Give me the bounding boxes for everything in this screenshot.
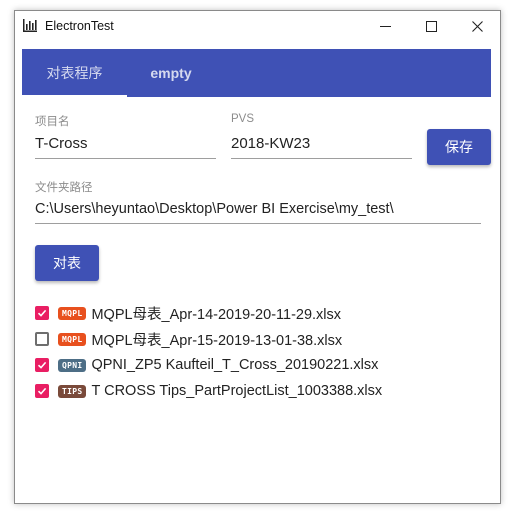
file-type-badge: MQPL (58, 306, 87, 320)
bar-chart-icon (23, 19, 37, 32)
compare-button[interactable]: 对表 (35, 245, 99, 281)
file-list-item[interactable]: TIPS T CROSS Tips_PartProjectList_1003388… (35, 380, 382, 402)
file-type-badge: QPNI (58, 358, 87, 372)
tab-indicator (22, 95, 127, 97)
check-icon (37, 361, 47, 369)
file-name: MQPL母表_Apr-15-2019-13-01-38.xlsx (91, 332, 343, 349)
file-list-item[interactable]: MQPL MQPL母表_Apr-14-2019-20-11-29.xlsx (35, 302, 341, 324)
close-icon (471, 20, 483, 32)
file-checkbox[interactable] (35, 332, 49, 346)
project-name-label: 项目名 (35, 116, 70, 128)
save-button-label: 保存 (445, 139, 473, 155)
folder-path-underline (35, 223, 481, 224)
file-name: T CROSS Tips_PartProjectList_1003388.xls… (91, 383, 383, 399)
minimize-button[interactable] (362, 11, 408, 41)
tab-bar: 对表程序 empty (22, 49, 491, 97)
check-icon (37, 387, 47, 395)
title-bar: ElectronTest (15, 11, 500, 41)
tab-compare-label: 对表程序 (46, 65, 103, 81)
file-type-badge: MQPL (58, 332, 87, 346)
save-button[interactable]: 保存 (427, 129, 491, 165)
folder-path-label: 文件夹路径 (35, 182, 93, 194)
maximize-icon (425, 20, 437, 32)
tab-empty[interactable]: empty (127, 49, 215, 97)
check-icon (37, 309, 47, 317)
close-button[interactable] (454, 11, 500, 41)
file-type-badge: TIPS (58, 384, 87, 398)
tab-compare[interactable]: 对表程序 (22, 49, 127, 97)
pvs-label: PVS (231, 113, 255, 125)
file-checkbox[interactable] (35, 306, 49, 320)
file-list-item[interactable]: QPNI QPNI_ZP5 Kaufteil_T_Cross_20190221.x… (35, 354, 378, 376)
file-list-item[interactable]: MQPL MQPL母表_Apr-15-2019-13-01-38.xlsx (35, 328, 342, 350)
pvs-underline (231, 158, 412, 159)
compare-button-label: 对表 (53, 255, 81, 271)
window-title: ElectronTest (45, 19, 114, 33)
file-name: QPNI_ZP5 Kaufteil_T_Cross_20190221.xlsx (91, 357, 379, 373)
file-name: MQPL母表_Apr-14-2019-20-11-29.xlsx (91, 306, 342, 323)
file-checkbox[interactable] (35, 358, 49, 372)
tab-empty-label: empty (150, 65, 192, 81)
pvs-input[interactable]: 2018-KW23 (231, 135, 310, 152)
minimize-icon (379, 25, 391, 27)
file-checkbox[interactable] (35, 384, 49, 398)
project-name-input[interactable]: T-Cross (35, 135, 88, 152)
maximize-button[interactable] (408, 11, 454, 41)
folder-path-input[interactable]: C:\Users\heyuntao\Desktop\Power BI Exerc… (35, 201, 394, 217)
app-window: ElectronTest 对表程序 empty 项目名 T-Cross PVS … (14, 10, 501, 504)
project-name-underline (35, 158, 216, 159)
